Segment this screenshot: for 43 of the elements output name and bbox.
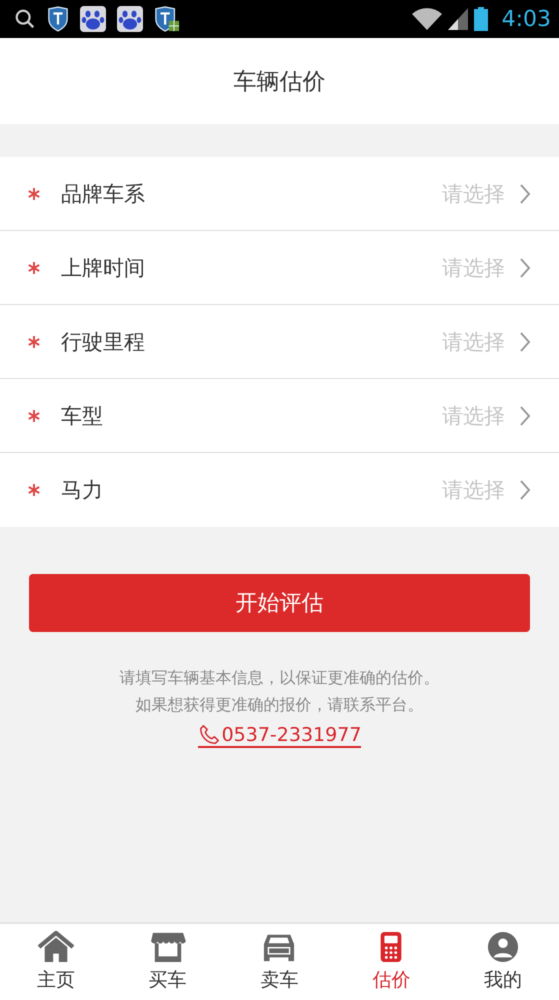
nav-tab[interactable]: 卖车 — [224, 924, 336, 1000]
form-row[interactable]: 行驶里程 请选择 — [0, 305, 559, 379]
select-placeholder: 请选择 — [442, 477, 505, 504]
page-title: 车辆估价 — [234, 68, 326, 96]
hint-text: 请填写车辆基本信息，以保证更准确的估价。 — [120, 667, 440, 689]
select-placeholder: 请选择 — [442, 180, 505, 208]
select-placeholder: 请选择 — [442, 328, 505, 356]
form-row[interactable]: 车型 请选择 — [0, 379, 559, 453]
phone-number: 0537-2331977 — [222, 724, 362, 746]
row-label: 品牌车系 — [61, 180, 146, 208]
shield-icon — [47, 6, 69, 32]
wifi-icon — [412, 8, 442, 30]
storefront-icon — [148, 931, 187, 963]
chevron-right-icon — [519, 406, 531, 426]
chevron-right-icon — [519, 258, 531, 278]
select-placeholder: 请选择 — [442, 402, 505, 430]
form-row[interactable]: 品牌车系 请选择 — [0, 157, 559, 231]
nav-tab[interactable]: 主页 — [0, 924, 112, 1000]
row-label: 行驶里程 — [61, 328, 146, 356]
hint-text: 如果想获得更准确的报价，请联系平台。 — [136, 694, 424, 716]
select-placeholder: 请选择 — [442, 254, 505, 282]
form-row[interactable]: 马力 请选择 — [0, 453, 559, 527]
paw-icon — [117, 6, 143, 32]
start-evaluation-button[interactable]: 开始评估 — [29, 574, 530, 632]
row-label: 马力 — [61, 477, 104, 504]
chevron-right-icon — [519, 332, 531, 352]
chevron-right-icon — [519, 184, 531, 204]
home-icon — [36, 931, 75, 963]
status-time: 4:03 — [502, 6, 551, 32]
search-icon — [14, 8, 36, 30]
battery-icon — [474, 7, 488, 31]
signal-icon — [448, 8, 468, 30]
paw-icon — [80, 6, 106, 32]
nav-tab[interactable]: 买车 — [112, 924, 224, 1000]
phone-icon — [198, 724, 220, 746]
shield-icon — [154, 6, 180, 32]
row-label: 上牌时间 — [61, 254, 146, 282]
form-row[interactable]: 上牌时间 请选择 — [0, 231, 559, 305]
nav-tab[interactable]: 我的 — [447, 924, 559, 1000]
nav-tab[interactable]: 估价 — [335, 924, 448, 1000]
chevron-right-icon — [519, 480, 531, 500]
row-label: 车型 — [61, 402, 104, 430]
phone-link[interactable]: 0537-2331977 — [198, 724, 362, 748]
